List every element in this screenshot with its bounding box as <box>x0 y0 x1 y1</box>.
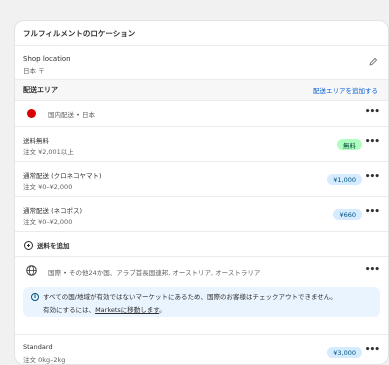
more-horizontal-icon[interactable]: ••• <box>365 107 380 117</box>
rate-price-badge: 無料 <box>337 139 362 150</box>
rate-price-badge: ¥1,000 <box>327 174 362 185</box>
add-rate-label: 送料を追加 <box>37 242 70 250</box>
rate-price-badge: ¥3,000 <box>327 347 362 358</box>
info-icon: i <box>31 293 39 301</box>
rate-title: Standard <box>23 343 53 351</box>
more-horizontal-icon[interactable]: ••• <box>365 345 380 355</box>
more-horizontal-icon[interactable]: ••• <box>365 207 380 217</box>
more-horizontal-icon[interactable]: ••• <box>365 265 380 275</box>
banner-text: すべての国/地域が有効ではないマーケットにあるため、国際のお客様はチェックアウト… <box>43 293 337 301</box>
zone-row-international: 国際 • その他24か国、アラブ首長国連邦, オーストリア, オーストラリア •… <box>15 257 388 335</box>
pencil-icon[interactable] <box>368 57 378 67</box>
banner-prefix: 有効にするには、 <box>43 306 96 314</box>
add-rate-button[interactable]: 送料を追加 <box>24 240 70 250</box>
rate-title: 通常配送 (ネコポス) <box>23 207 83 215</box>
japan-flag-icon <box>27 109 36 118</box>
add-rate-row: 送料を追加 <box>15 232 388 257</box>
rate-condition: 注文 ¥0–¥2,000 <box>23 183 73 191</box>
shop-location-label: Shop location <box>23 55 71 63</box>
rate-price-badge: ¥660 <box>333 209 362 220</box>
checkout-warning-banner: i すべての国/地域が有効ではないマーケットにあるため、国際のお客様はチェックア… <box>23 287 380 317</box>
card-title: フルフィルメントのロケーション <box>15 21 388 46</box>
plus-circle-icon <box>24 240 33 250</box>
add-zone-link[interactable]: 配送エリアを追加する <box>313 85 378 95</box>
zone-name: 国内配送 • 日本 <box>48 111 95 119</box>
banner-text-line2: 有効にするには、Marketsに移動します。 <box>43 304 166 314</box>
rate-title: 送料無料 <box>23 137 49 145</box>
shop-location-value: 日本 〒 <box>23 67 45 75</box>
rate-title: 通常配送 (クロネコヤマト) <box>23 172 102 180</box>
banner-suffix: 。 <box>159 306 166 314</box>
globe-icon <box>26 265 37 276</box>
fulfillment-location-card: フルフィルメントのロケーション Shop location 日本 〒 配送エリア… <box>14 20 389 365</box>
zone-name: 国際 • その他24か国、アラブ首長国連邦, オーストリア, オーストラリア <box>48 269 261 277</box>
rate-condition: 注文 ¥0–¥2,000 <box>23 218 73 226</box>
shipping-zones-header: 配送エリア 配送エリアを追加する <box>15 80 388 101</box>
rate-condition: 注文 ¥2,001以上 <box>23 148 74 156</box>
more-horizontal-icon[interactable]: ••• <box>365 137 380 147</box>
zone-row-domestic: 国内配送 • 日本 ••• <box>15 101 388 127</box>
rate-row: Standard 注文 0kg–2kg ¥3,000 ••• <box>15 335 388 364</box>
markets-link[interactable]: Marketsに移動します <box>95 306 159 314</box>
shop-location-section: Shop location 日本 〒 <box>15 46 388 80</box>
shipping-zones-title: 配送エリア <box>23 86 58 94</box>
rate-row: 通常配送 (クロネコヤマト) 注文 ¥0–¥2,000 ¥1,000 ••• <box>15 162 388 197</box>
more-horizontal-icon[interactable]: ••• <box>365 172 380 182</box>
rate-row: 送料無料 注文 ¥2,001以上 無料 ••• <box>15 127 388 162</box>
rate-condition: 注文 0kg–2kg <box>23 356 66 364</box>
rate-row: 通常配送 (ネコポス) 注文 ¥0–¥2,000 ¥660 ••• <box>15 197 388 232</box>
